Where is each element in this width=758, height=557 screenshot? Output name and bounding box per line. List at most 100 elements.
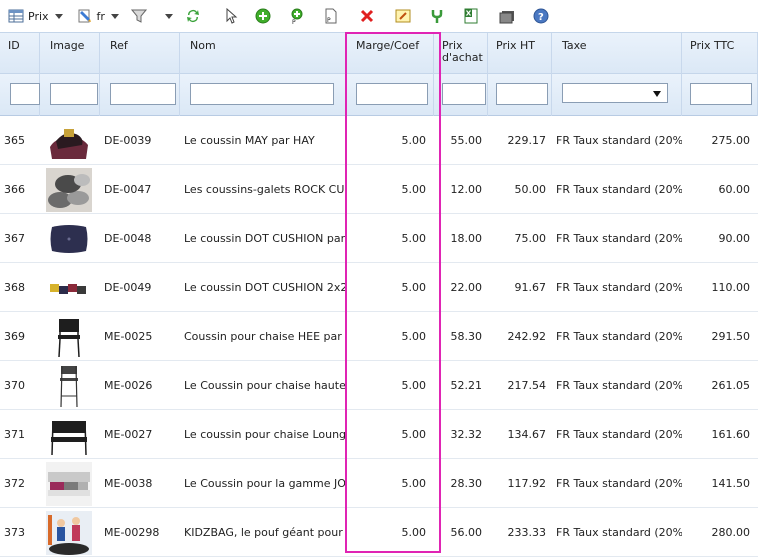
filter-row (0, 74, 758, 116)
table-icon (8, 9, 24, 23)
cell-achat: 56.00 (450, 526, 483, 539)
cell-ht: 91.67 (514, 281, 547, 294)
filter-achat-input[interactable] (442, 83, 486, 105)
table-row[interactable]: 365 DE-0039 Le coussin MAY par HAY 5.00 … (0, 116, 758, 165)
cell-nom: Les coussins-galets ROCK CUSHIO (184, 183, 346, 196)
cell-image (46, 508, 96, 557)
price-menu-button[interactable]: Prix (8, 5, 63, 27)
header-taxe[interactable]: Taxe (552, 33, 682, 75)
product-thumbnail (46, 167, 92, 212)
cell-image (46, 459, 96, 508)
filter-ht-input[interactable] (496, 83, 548, 105)
filter-icon (130, 9, 147, 23)
add-button[interactable] (255, 5, 271, 27)
filter-id-input[interactable] (10, 83, 40, 105)
header-image[interactable]: Image (40, 33, 100, 75)
cell-achat: 22.00 (450, 281, 483, 294)
language-icon (78, 9, 91, 23)
header-prix-achat[interactable]: Prix d'achat (434, 33, 488, 75)
filter-marge-input[interactable] (356, 83, 428, 105)
add-icon (255, 8, 271, 24)
cell-ref: ME-0026 (104, 379, 153, 392)
cell-ttc: 110.00 (711, 281, 751, 294)
table-row[interactable]: 369 ME-0025 Coussin pour chaise HEE par … (0, 312, 758, 361)
filter-cell-marge (346, 74, 434, 116)
cell-marge: 5.00 (401, 232, 427, 245)
cell-ttc: 280.00 (711, 526, 751, 539)
windows-icon (499, 11, 514, 24)
cell-ref: ME-00298 (104, 526, 160, 539)
cell-achat: 52.21 (450, 379, 483, 392)
language-menu-button[interactable]: fr (77, 5, 119, 27)
page-icon: P (325, 8, 337, 24)
filter-nom-input[interactable] (190, 83, 334, 105)
cell-nom: Le Coussin pour la gamme JOLI es (184, 477, 346, 490)
header-id[interactable]: ID (0, 33, 40, 75)
delete-button[interactable] (359, 5, 375, 27)
select-button[interactable] (223, 5, 239, 27)
cell-id: 371 (4, 428, 25, 441)
windows-button[interactable] (499, 5, 515, 27)
cell-ht: 242.92 (507, 330, 547, 343)
price-label: Prix (28, 9, 49, 23)
table-row[interactable]: 371 ME-0027 Le coussin pour chaise Loung… (0, 410, 758, 459)
cell-ht: 117.92 (507, 477, 547, 490)
cell-ht: 217.54 (507, 379, 547, 392)
cell-nom: Le coussin pour chaise Lounge HE (184, 428, 346, 441)
table-row[interactable]: 373 ME-00298 KIDZBAG, le pouf géant pour… (0, 508, 758, 557)
cell-marge: 5.00 (401, 477, 427, 490)
new-page-button[interactable]: P (323, 5, 339, 27)
cell-nom: Le coussin MAY par HAY (184, 134, 315, 147)
cell-achat: 55.00 (450, 134, 483, 147)
header-nom[interactable]: Nom (180, 33, 346, 75)
cell-taxe: FR Taux standard (20%) (556, 477, 682, 490)
header-prix-ht[interactable]: Prix HT (488, 33, 552, 75)
cell-id: 373 (4, 526, 25, 539)
cell-taxe: FR Taux standard (20%) (556, 232, 682, 245)
cell-taxe: FR Taux standard (20%) (556, 330, 682, 343)
cell-ref: DE-0048 (104, 232, 152, 245)
filter-cell-ttc (682, 74, 758, 116)
cell-image (46, 410, 96, 459)
cell-marge: 5.00 (401, 379, 427, 392)
edit-button[interactable] (395, 5, 411, 27)
filter-ttc-input[interactable] (690, 83, 752, 105)
cell-ref: DE-0039 (104, 134, 152, 147)
product-thumbnail (46, 118, 92, 163)
cell-ref: ME-0025 (104, 330, 153, 343)
excel-icon (464, 8, 478, 24)
cell-nom: KIDZBAG, le pouf géant pour enfa (184, 526, 346, 539)
help-button[interactable]: ? (533, 5, 549, 27)
table-row[interactable]: 368 DE-0049 Le coussin DOT CUSHION 2x2 p… (0, 263, 758, 312)
table-row[interactable]: 367 DE-0048 Le coussin DOT CUSHION par H… (0, 214, 758, 263)
filter-cell-nom (180, 74, 346, 116)
cell-id: 367 (4, 232, 25, 245)
cell-ttc: 60.00 (718, 183, 751, 196)
filter-image-input[interactable] (50, 83, 98, 105)
product-thumbnail (46, 510, 92, 555)
header-prix-ttc[interactable]: Prix TTC (682, 33, 758, 75)
cell-ttc: 261.05 (711, 379, 751, 392)
cell-image (46, 263, 96, 312)
cell-marge: 5.00 (401, 330, 427, 343)
filter-menu-button[interactable] (130, 5, 173, 27)
product-thumbnail (46, 216, 92, 261)
cell-ref: ME-0027 (104, 428, 153, 441)
table-row[interactable]: 366 DE-0047 Les coussins-galets ROCK CUS… (0, 165, 758, 214)
dropdown-arrow-icon (653, 91, 661, 97)
cell-id: 370 (4, 379, 25, 392)
header-ref[interactable]: Ref (100, 33, 180, 75)
merge-button[interactable] (429, 5, 445, 27)
cell-id: 365 (4, 134, 25, 147)
table-row[interactable]: 372 ME-0038 Le Coussin pour la gamme JOL… (0, 459, 758, 508)
product-thumbnail (46, 412, 92, 457)
svg-text:?: ? (538, 12, 544, 23)
header-marge[interactable]: Marge/Coef (346, 33, 434, 75)
filter-ref-input[interactable] (110, 83, 176, 105)
duplicate-button[interactable]: P (289, 5, 305, 27)
filter-taxe-select[interactable] (562, 83, 668, 103)
export-excel-button[interactable] (463, 5, 479, 27)
filter-cell-id (0, 74, 40, 116)
table-row[interactable]: 370 ME-0026 Le Coussin pour chaise haute… (0, 361, 758, 410)
refresh-button[interactable] (185, 5, 201, 27)
